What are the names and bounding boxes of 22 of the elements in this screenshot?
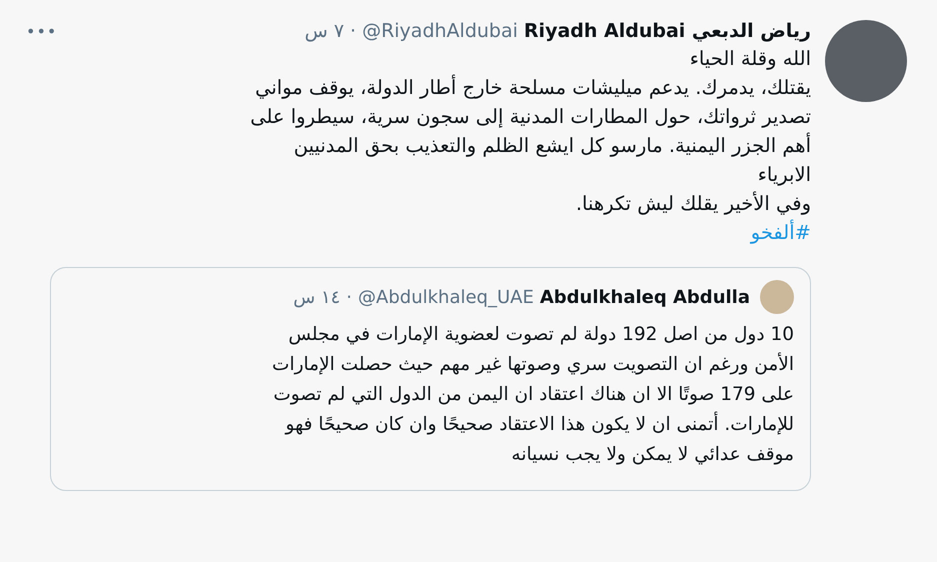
quoted-tweet-text: للإمارات. أتمنى ان لا يكون هذا الاعتقاد صحيحًا وان كان صحيحًا فهو [67, 410, 794, 440]
quoted-tweet-text: الأمن ورغم ان التصويت سري وصوتها غير مهم حيث حصلت الإمارات [271, 351, 794, 377]
quoted-tweet-text: 10 دول من اصل 192 دولة لم تصوت لعضوية الإمارات في مجلس [287, 323, 794, 347]
hashtag-link[interactable]: #ألفخو [750, 218, 811, 247]
tweet-text: الله وقلة الحياء [688, 46, 811, 72]
author-handle[interactable]: @RiyadhAldubai [362, 20, 518, 42]
tweet-text: أهم الجزر اليمنية. مارسو كل ايشع الظلم والتعذيب بحق المدنيين [292, 132, 811, 159]
separator-dot: · [346, 286, 352, 308]
tweet-text: يقتلك، يدمرك. يدعم ميليشات مسلحة خارج أطار الدولة، يوقف مواني [254, 74, 811, 101]
timestamp[interactable]: ١٤ س [293, 286, 340, 308]
tweet-text: تصدير ثرواتك، حول المطارات المدنية إلى سجون سرية، سيطروا على [249, 104, 811, 130]
quoted-tweet-text: موقف عدائي لا يمكن ولا يجب نسيانه [510, 443, 794, 467]
author-name[interactable]: Abdulkhaleq Abdulla [540, 286, 750, 308]
separator-dot: · [350, 20, 356, 42]
timestamp[interactable]: ٧ س [304, 20, 344, 42]
quoted-tweet-text: على 179 صوتًا الا ان هناك اعتقاد ان اليمن من الدول التي لم تصوت [272, 383, 794, 407]
quoted-tweet-card[interactable] [50, 267, 811, 491]
more-button[interactable]: ••• [20, 22, 64, 40]
tweet-text: وفي الأخير يقلك ليش تكرهنا. [574, 190, 811, 217]
author-name[interactable]: رياض الدبعي Riyadh Aldubai [524, 20, 811, 42]
author-handle[interactable]: @Abdulkhaleq_UAE [358, 286, 534, 308]
tweet-text: الابرياء [756, 162, 811, 188]
